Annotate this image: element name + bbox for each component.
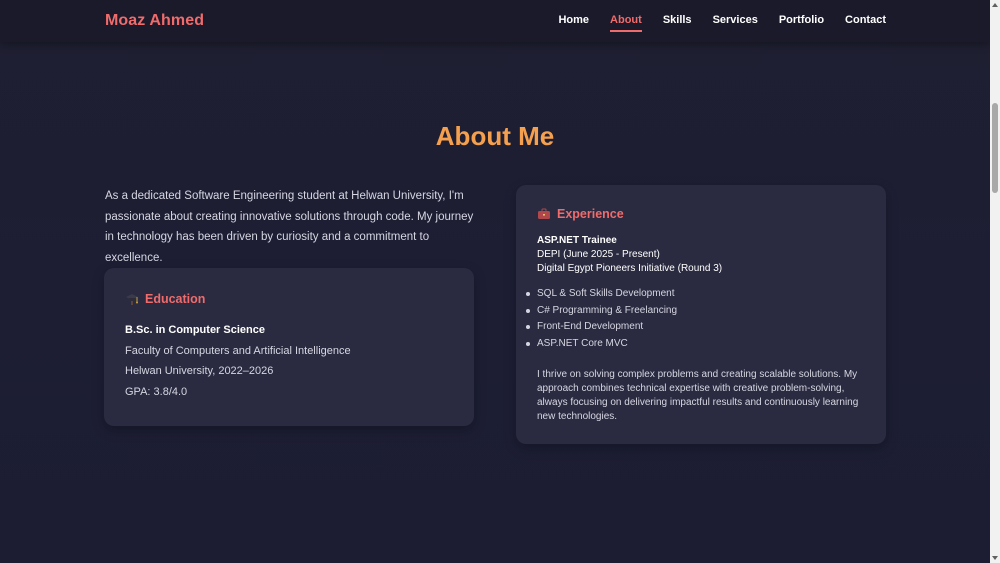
nav-link-services[interactable]: Services <box>713 14 758 28</box>
scroll-up-arrow-icon[interactable] <box>992 3 998 7</box>
navbar: Moaz Ahmed Home About Skills Services Po… <box>0 0 990 42</box>
education-university: Helwan University, 2022–2026 <box>125 365 274 377</box>
experience-description: I thrive on solving complex problems and… <box>537 368 859 423</box>
experience-title: Experience <box>557 207 624 221</box>
scroll-down-arrow-icon[interactable] <box>992 556 998 560</box>
brand-logo[interactable]: Moaz Ahmed <box>105 12 204 30</box>
graduation-icon <box>125 292 139 306</box>
experience-card: Experience ASP.NET Trainee DEPI (June 20… <box>516 185 886 444</box>
nav-link-about[interactable]: About <box>610 14 642 32</box>
nav-link-contact[interactable]: Contact <box>845 14 886 28</box>
nav-links: Home About Skills Services Portfolio Con… <box>537 14 886 32</box>
section-title: About Me <box>435 121 555 151</box>
nav-link-portfolio[interactable]: Portfolio <box>779 14 824 28</box>
education-degree: B.Sc. in Computer Science <box>125 324 265 336</box>
list-item: C# Programming & Freelancing <box>526 303 865 320</box>
scrollbar-thumb[interactable] <box>992 103 998 193</box>
experience-program: Digital Egypt Pioneers Initiative (Round… <box>537 263 723 274</box>
experience-header: Experience <box>537 207 865 221</box>
briefcase-icon <box>537 207 551 221</box>
list-item: Front-End Development <box>526 319 865 336</box>
education-title: Education <box>145 292 206 306</box>
list-item: SQL & Soft Skills Development <box>526 286 865 303</box>
education-gpa: GPA: 3.8/4.0 <box>125 385 188 398</box>
nav-link-home[interactable]: Home <box>558 14 589 28</box>
list-item: ASP.NET Core MVC <box>526 336 865 353</box>
page-scrollbar[interactable] <box>990 0 1000 563</box>
education-header: Education <box>125 292 453 306</box>
nav-link-skills[interactable]: Skills <box>663 14 692 28</box>
page: Moaz Ahmed Home About Skills Services Po… <box>0 0 1000 563</box>
experience-bullets: SQL & Soft Skills Development C# Program… <box>526 286 865 353</box>
experience-role: ASP.NET Trainee <box>537 235 617 246</box>
education-card: Education B.Sc. in Computer Science Facu… <box>104 268 474 426</box>
experience-org: DEPI (June 2025 - Present) <box>537 249 660 260</box>
education-faculty: Faculty of Computers and Artificial Inte… <box>125 344 351 357</box>
education-details: B.Sc. in Computer Science Faculty of Com… <box>125 320 453 402</box>
about-intro: As a dedicated Software Engineering stud… <box>105 190 474 264</box>
